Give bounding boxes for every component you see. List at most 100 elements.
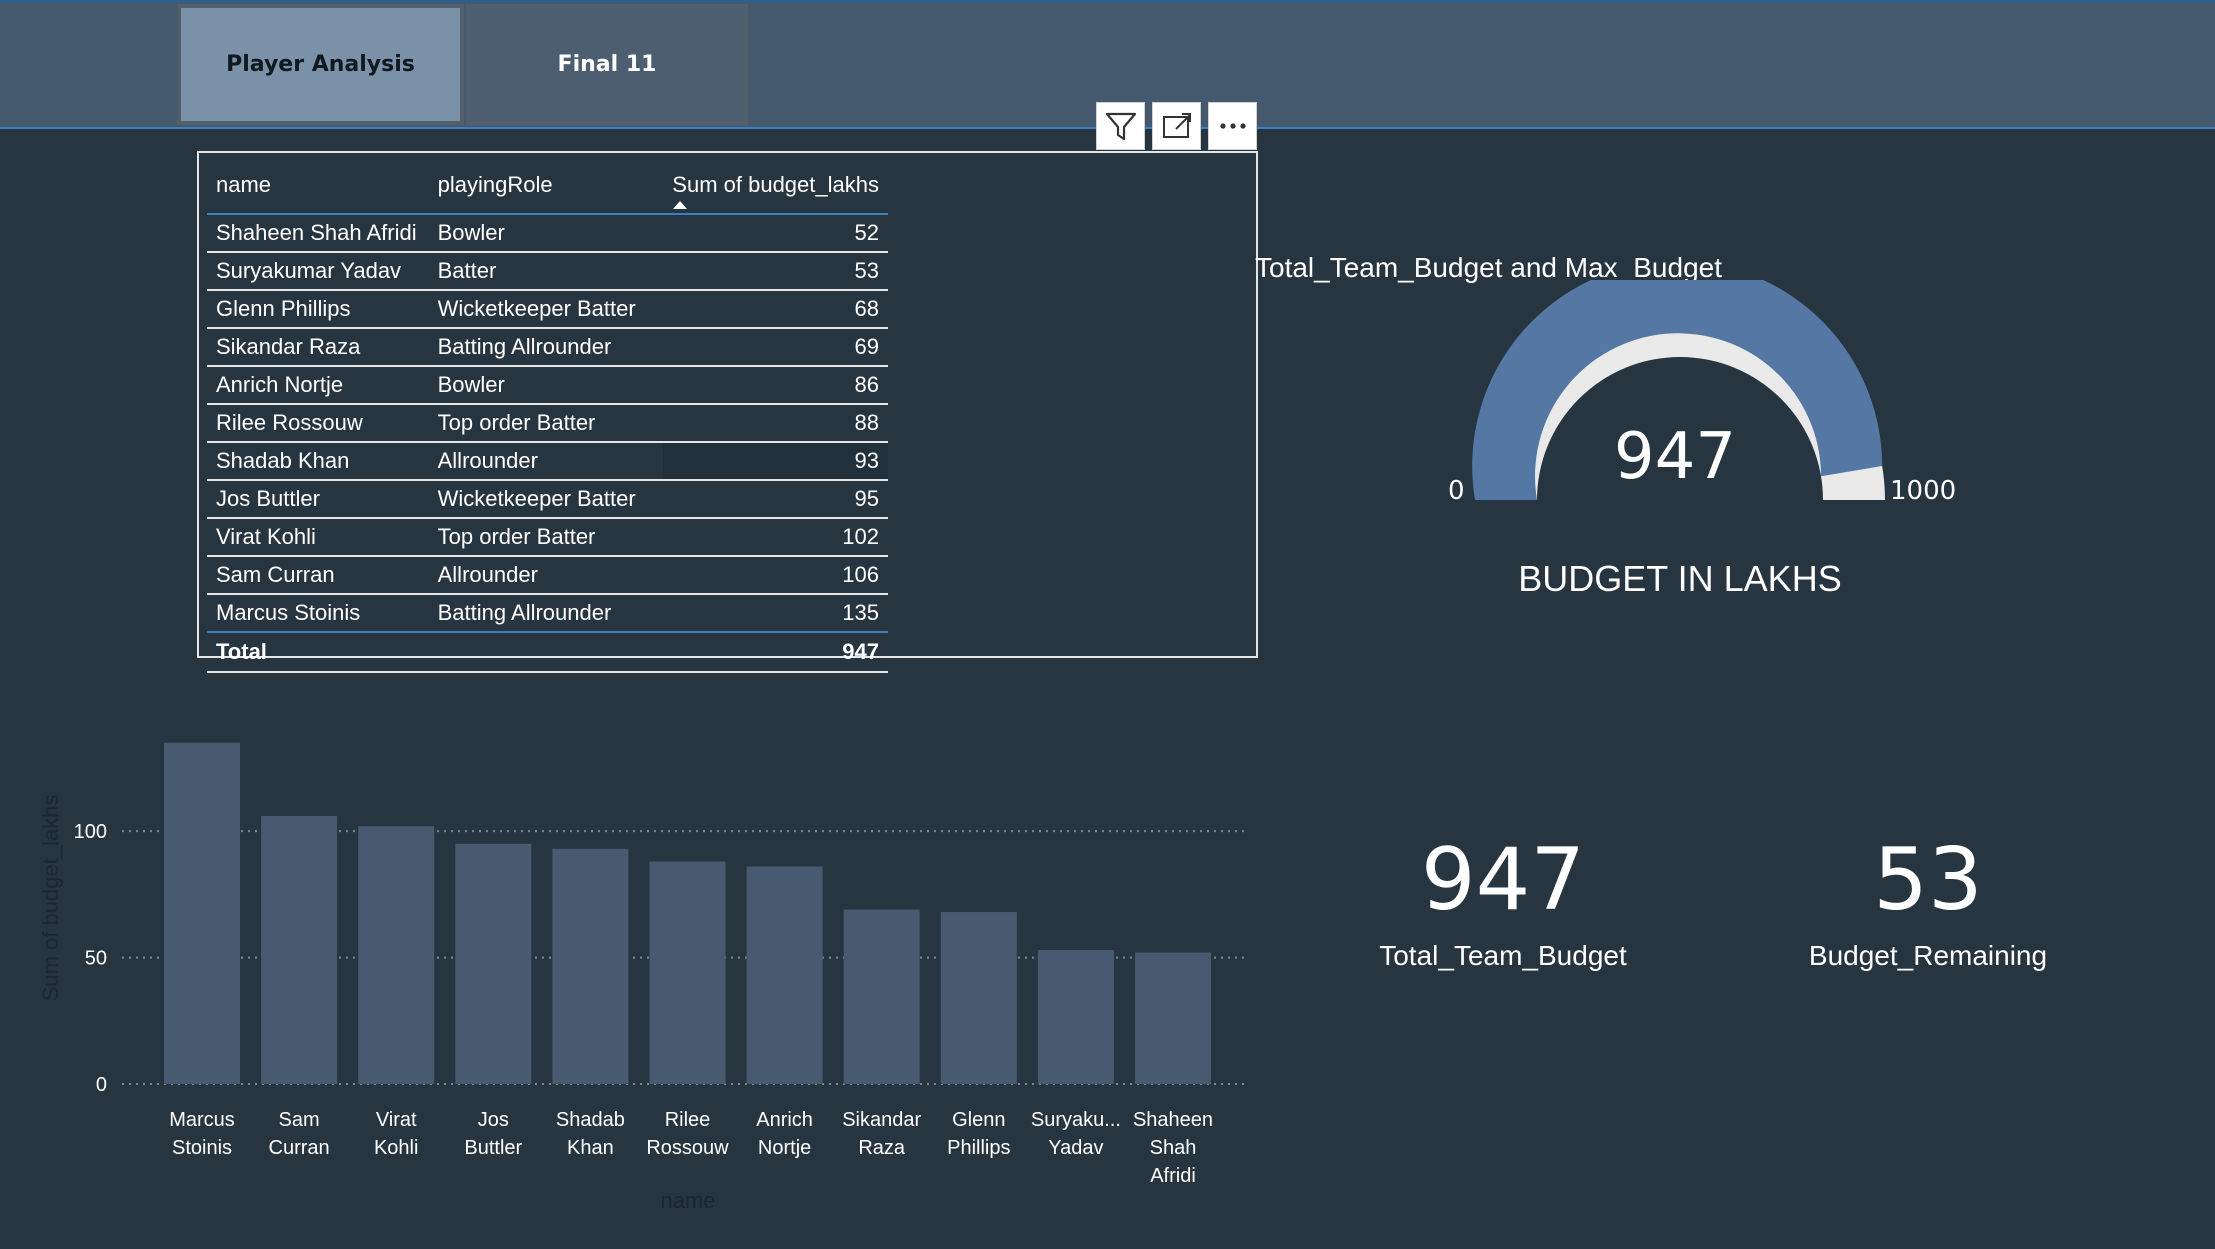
x-tick-label: Sikandar Raza [842,1109,921,1159]
cell-budget: 135 [842,600,879,625]
gauge-value: 947 [1613,420,1737,494]
bar[interactable] [843,909,920,1084]
budget-table-visual[interactable]: name playingRole Sum of budget_lakhs Sha… [197,151,1258,672]
cell-budget: 93 [663,442,888,480]
bar[interactable] [649,861,726,1084]
filter-button[interactable] [1096,102,1145,150]
bar[interactable] [746,866,823,1084]
column-header-budget[interactable]: Sum of budget_lakhs [663,157,888,215]
x-tick-label: Glenn Phillips [947,1109,1010,1159]
table-row[interactable]: Suryakumar Yadav Batter 53 [207,252,888,290]
cell-name: Glenn Phillips [216,296,351,321]
cell-budget: 102 [842,524,879,549]
cell-name: Marcus Stoinis [216,600,361,625]
table-row[interactable]: Glenn Phillips Wicketkeeper Batter 68 [207,290,888,328]
cell-role: Bowler [437,220,505,245]
visual-header-toolbar [1096,102,1257,150]
gauge-caption: BUDGET IN LAKHS [1518,558,1842,599]
table-header-row: name playingRole Sum of budget_lakhs [207,157,888,215]
x-tick-label: Sam Curran [269,1109,330,1159]
table-row[interactable]: Sikandar Raza Batting Allrounder 69 [207,328,888,366]
cell-budget: 88 [854,410,879,435]
cell-role: Batting Allrounder [437,334,612,359]
tab-final-11[interactable]: Final 11 [466,4,748,125]
tab-player-analysis[interactable]: Player Analysis [177,4,464,125]
y-axis-title: Sum of budget_lakhs [38,795,63,1002]
x-tick-label: Suryaku... Yadav [1031,1109,1121,1159]
column-header-name[interactable]: name [207,157,429,215]
cell-name: Suryakumar Yadav [216,258,402,283]
bar[interactable] [164,742,240,1084]
budget-table: name playingRole Sum of budget_lakhs Sha… [207,157,888,673]
x-tick-label: Jos Buttler [464,1109,522,1159]
table-row[interactable]: Sam Curran Allrounder 106 [207,556,888,594]
sort-ascending-icon [673,201,688,209]
cell-name: Jos Buttler [216,486,320,511]
cell-budget: 52 [854,220,879,245]
y-tick-label: 0 [96,1074,107,1096]
cell-budget: 68 [854,296,879,321]
y-axis-ticks: 0 50 100 [74,821,107,1096]
table-row[interactable]: Virat Kohli Top order Batter 102 [207,518,888,556]
gauge-min-label: 0 [1448,476,1465,506]
bar[interactable] [358,826,435,1084]
bar[interactable] [940,912,1017,1084]
cell-role: Top order Batter [437,410,596,435]
cell-budget: 86 [854,372,879,397]
cell-name: Shadab Khan [216,448,350,473]
table-row[interactable]: Jos Buttler Wicketkeeper Batter 95 [207,480,888,518]
y-tick-label: 100 [74,821,107,843]
column-header-budget-label: Sum of budget_lakhs [672,172,879,197]
total-team-budget-label: Total_Team_Budget [1379,940,1627,971]
tab-label: Player Analysis [226,52,415,77]
total-value: 947 [842,639,879,664]
filter-icon [1105,112,1136,141]
total-label: Total [216,639,267,664]
cell-role: Wicketkeeper Batter [437,486,636,511]
table-row[interactable]: Shaheen Shah Afridi Bowler 52 [207,214,888,252]
table-row[interactable]: Shadab Khan Allrounder 93 [207,442,888,480]
focus-mode-icon [1162,113,1191,138]
x-tick-label: Shaheen Shah Afridi [1133,1109,1213,1187]
table-total-row: Total 947 [207,632,888,672]
x-tick-label: Anrich Nortje [756,1109,813,1159]
cell-name: Shaheen Shah Afridi [216,220,417,245]
cell-budget: 69 [854,334,879,359]
cell-role: Bowler [437,372,505,397]
cell-budget: 106 [842,562,879,587]
x-tick-label: Shadab Khan [556,1109,625,1159]
x-tick-label: Marcus Stoinis [169,1109,235,1159]
cell-role: Allrounder [437,562,538,587]
y-tick-label: 50 [85,948,107,970]
x-tick-label: Virat Kohli [374,1109,418,1159]
x-axis-title: name [660,1188,715,1213]
bar[interactable] [261,815,338,1084]
table-row[interactable]: Anrich Nortje Bowler 86 [207,366,888,404]
budget-remaining-value: 53 [1873,830,1983,930]
column-header-playing-role[interactable]: playingRole [428,157,664,215]
cell-budget: 53 [854,258,879,283]
cell-role: Allrounder [437,448,538,473]
focus-mode-button[interactable] [1152,102,1201,150]
bar[interactable] [1135,952,1211,1084]
bars [164,742,1211,1084]
bar[interactable] [455,843,532,1084]
budget-bar-chart[interactable]: 0 50 100 Marcus Stoinis Sam Curran Virat Kohli J… [0,720,1260,1220]
cell-role: Batter [437,258,497,283]
cell-budget: 95 [854,486,879,511]
cell-name: Sikandar Raza [216,334,361,359]
bar[interactable] [1037,949,1114,1084]
x-axis-ticks: Marcus Stoinis Sam Curran Virat Kohli Jos Buttl… [169,1109,1213,1187]
total-empty-cell [429,632,664,672]
more-options-button[interactable] [1208,102,1257,150]
total-team-budget-value: 947 [1420,830,1586,930]
bar[interactable] [552,848,629,1084]
cell-name: Rilee Rossouw [216,410,363,435]
budget-remaining-label: Budget_Remaining [1808,940,2048,971]
x-tick-label: Rilee Rossouw [646,1109,729,1159]
table-row[interactable]: Rilee Rossouw Top order Batter 88 [207,404,888,442]
table-row[interactable]: Marcus Stoinis Batting Allrounder 135 [207,594,888,632]
tab-label: Final 11 [557,52,657,77]
cell-name: Sam Curran [216,562,335,587]
gauge-max-label: 1000 [1890,476,1957,506]
